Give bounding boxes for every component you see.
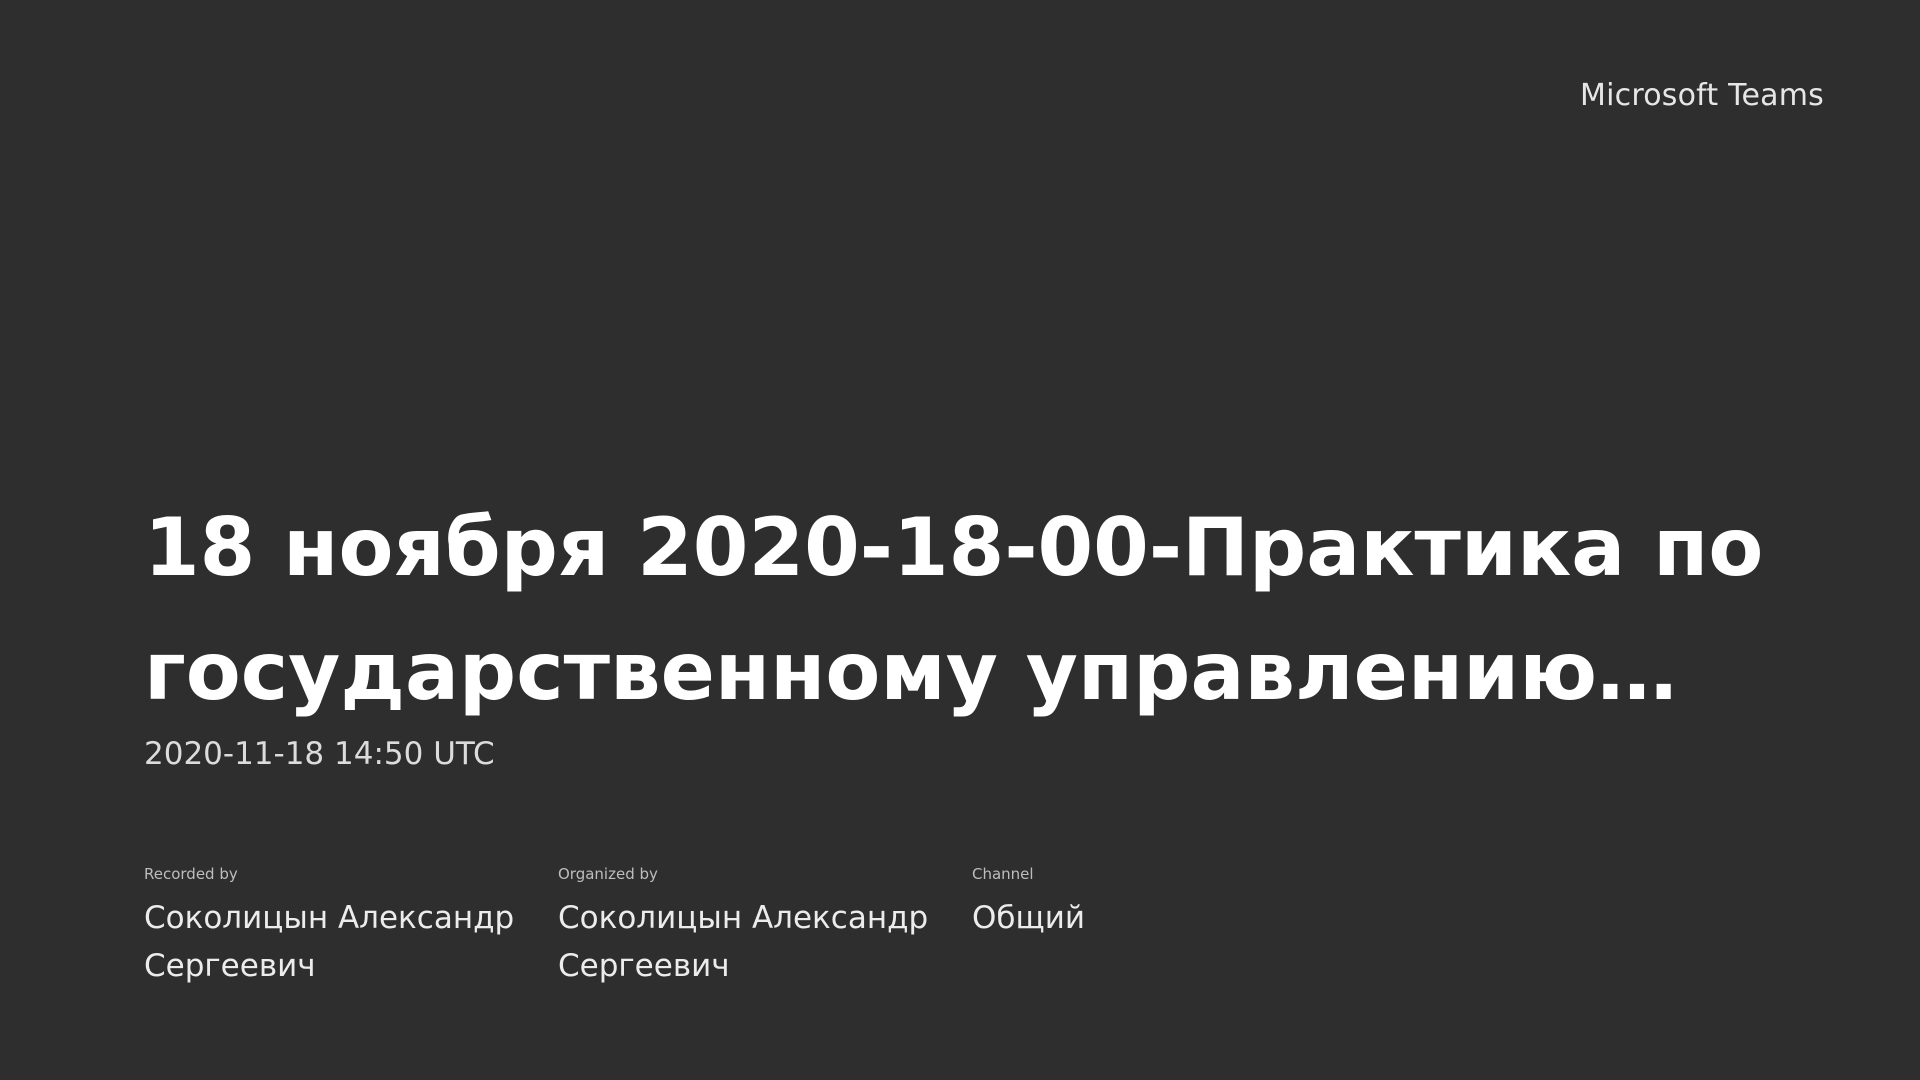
channel-section: Channel Общий (972, 864, 1272, 990)
recording-info: 18 ноября 2020-18-00-Практика по государ… (144, 486, 1784, 990)
recorded-by-label: Recorded by (144, 865, 238, 883)
organized-by-section: Organized by Соколицын Александр Сергеев… (558, 864, 972, 990)
recorded-by-value: Соколицын Александр Сергеевич (144, 900, 515, 984)
recording-datetime: 2020-11-18 14:50 UTC (144, 736, 495, 772)
recording-title: 18 ноября 2020-18-00-Практика по государ… (144, 501, 1764, 718)
channel-label: Channel (972, 865, 1034, 883)
organized-by-value: Соколицын Александр Сергеевич (558, 900, 929, 984)
brand-label: Microsoft Teams (1580, 78, 1824, 113)
organized-by-label: Organized by (558, 865, 658, 883)
recording-meta: Recorded by Соколицын Александр Сергееви… (144, 864, 1784, 990)
recorded-by-section: Recorded by Соколицын Александр Сергееви… (144, 864, 558, 990)
channel-value: Общий (972, 900, 1086, 936)
recording-title-card: Microsoft Teams 18 ноября 2020-18-00-Пра… (0, 0, 1920, 1080)
